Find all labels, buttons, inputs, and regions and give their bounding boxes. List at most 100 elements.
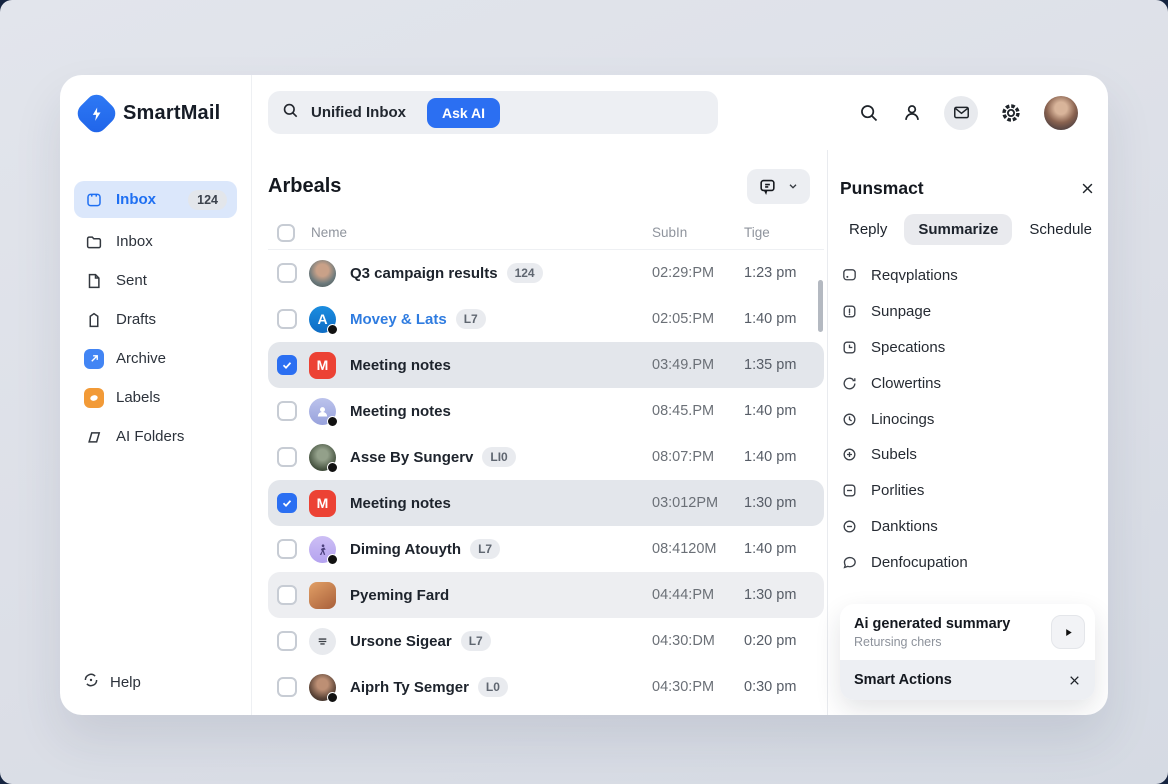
row-time2: 1:30 pm [744, 587, 810, 603]
panel-title: Punsmact [840, 178, 924, 199]
sender-avatar [309, 582, 336, 609]
email-row[interactable]: Aiprh Ty Semger L0 04:30:PM 0:30 pm [268, 664, 824, 710]
search-icon[interactable] [858, 102, 880, 124]
row-badge: 124 [507, 263, 543, 283]
view-toggle-button[interactable] [747, 169, 810, 204]
row-time: 08:07:PM [652, 449, 744, 465]
email-row[interactable]: Asse By Sungerv LI0 08:07:PM 1:40 pm [268, 434, 824, 480]
action-item[interactable]: Specations [840, 330, 1095, 366]
topbar: Unified Inbox Ask AI [252, 75, 1108, 150]
profile-icon[interactable] [901, 102, 923, 124]
row-checkbox-checked[interactable] [277, 493, 297, 513]
email-row[interactable]: A Movey & Lats L7 02:05:PM 1:40 pm [268, 296, 824, 342]
row-checkbox[interactable] [277, 677, 297, 697]
ai-summary-card: Ai generated summary Retursing chers Sma… [840, 604, 1095, 700]
action-item[interactable]: Sunpage [840, 294, 1095, 330]
gear-icon[interactable] [999, 101, 1023, 125]
app-window: SmartMail Inbox 124 Inbox Sent [60, 75, 1108, 715]
search-bar[interactable]: Unified Inbox Ask AI [268, 91, 718, 134]
circle-plus-icon [840, 446, 858, 464]
sidebar-item-label: Archive [116, 350, 166, 367]
email-row-selected[interactable]: M Meeting notes 03:49.PM 1:35 pm [268, 342, 824, 388]
action-label: Danktions [871, 518, 938, 535]
chat-square-icon [840, 267, 858, 285]
select-all-checkbox[interactable] [277, 224, 295, 242]
row-time2: 0:20 pm [744, 633, 810, 649]
sidebar-item-labels[interactable]: Labels [74, 378, 237, 417]
email-row-selected[interactable]: M Meeting notes 03:012PM 1:30 pm [268, 480, 824, 526]
action-item[interactable]: Denfocupation [840, 544, 1095, 580]
row-badge: LI0 [482, 447, 515, 467]
email-subject: Meeting notes [350, 403, 451, 420]
row-checkbox[interactable] [277, 401, 297, 421]
action-item[interactable]: Reqvplations [840, 258, 1095, 294]
row-checkbox[interactable] [277, 585, 297, 605]
sidebar-item-inbox[interactable]: Inbox [74, 222, 237, 261]
page-title: Arbeals [268, 175, 341, 198]
row-time: 02:29:PM [652, 265, 744, 281]
sidebar-item-label: AI Folders [116, 428, 184, 445]
action-item[interactable]: Clowertins [840, 365, 1095, 401]
sidebar-item-sent[interactable]: Sent [74, 261, 237, 300]
list-column-headers: Neme SubIn Tige [268, 216, 824, 250]
row-checkbox[interactable] [277, 309, 297, 329]
column-header-name: Neme [311, 225, 347, 240]
sidebar-item-inbox-active[interactable]: Inbox 124 [74, 181, 237, 218]
email-row[interactable]: Q3 campaign results 124 02:29:PM 1:23 pm [268, 250, 824, 296]
row-checkbox[interactable] [277, 539, 297, 559]
email-row-highlighted[interactable]: Pyeming Fard 04:44:PM 1:30 pm [268, 572, 824, 618]
mail-icon[interactable] [944, 96, 978, 130]
row-checkbox[interactable] [277, 263, 297, 283]
topbar-actions [858, 96, 1092, 130]
email-subject: Asse By Sungerv [350, 449, 473, 466]
tab-schedule[interactable]: Schedule [1020, 214, 1101, 245]
row-time2: 0:30 pm [744, 679, 810, 695]
close-icon[interactable] [1068, 674, 1081, 687]
row-checkbox[interactable] [277, 447, 297, 467]
email-list-pane: Arbeals Neme SubIn Tige Q3 campaign resu… [268, 150, 824, 715]
row-checkbox-checked[interactable] [277, 355, 297, 375]
row-time: 08:45.PM [652, 403, 744, 419]
play-button[interactable] [1051, 615, 1085, 649]
action-label: Reqvplations [871, 267, 958, 284]
labels-icon [84, 388, 104, 408]
square-clock-icon [840, 338, 858, 356]
circle-minus-icon [840, 517, 858, 535]
ask-ai-button[interactable]: Ask AI [427, 98, 500, 128]
email-subject: Movey & Lats [350, 311, 447, 328]
status-dot [327, 554, 338, 565]
action-label: Sunpage [871, 303, 931, 320]
action-item[interactable]: Porlities [840, 473, 1095, 509]
email-row[interactable]: Meeting notes 08:45.PM 1:40 pm [268, 388, 824, 434]
list-scrollbar[interactable] [818, 280, 823, 332]
action-item[interactable]: Danktions [840, 509, 1095, 545]
help-button[interactable]: Help [82, 671, 141, 693]
sidebar-item-ai-folders[interactable]: AI Folders [74, 417, 237, 456]
email-subject: Diming Atouyth [350, 541, 461, 558]
action-item[interactable]: Linocings [840, 401, 1095, 437]
row-time: 04:44:PM [652, 587, 744, 603]
row-badge: L7 [461, 631, 491, 651]
ai-folders-icon [84, 427, 104, 447]
row-time2: 1:35 pm [744, 357, 810, 373]
smart-actions-bar[interactable]: Smart Actions [840, 660, 1095, 700]
sent-icon [84, 271, 104, 291]
app-title: SmartMail [123, 102, 220, 125]
gmail-icon: M [309, 490, 336, 517]
tab-reply[interactable]: Reply [840, 214, 896, 245]
desktop-background: SmartMail Inbox 124 Inbox Sent [0, 0, 1168, 784]
email-row[interactable]: Ursone Sigear L7 04:30:DM 0:20 pm [268, 618, 824, 664]
inbox-icon [84, 190, 104, 210]
tab-summarize[interactable]: Summarize [904, 214, 1012, 245]
help-label: Help [110, 674, 141, 691]
sidebar-item-drafts[interactable]: Drafts [74, 300, 237, 339]
close-icon[interactable] [1080, 181, 1095, 196]
sidebar-item-archive[interactable]: Archive [74, 339, 237, 378]
email-row[interactable]: Diming Atouyth L7 08:4120M 1:40 pm [268, 526, 824, 572]
user-avatar[interactable] [1044, 96, 1078, 130]
column-header-subin: SubIn [652, 225, 744, 240]
status-dot [327, 416, 338, 427]
action-item[interactable]: Subels [840, 437, 1095, 473]
sender-avatar [309, 260, 336, 287]
row-checkbox[interactable] [277, 631, 297, 651]
